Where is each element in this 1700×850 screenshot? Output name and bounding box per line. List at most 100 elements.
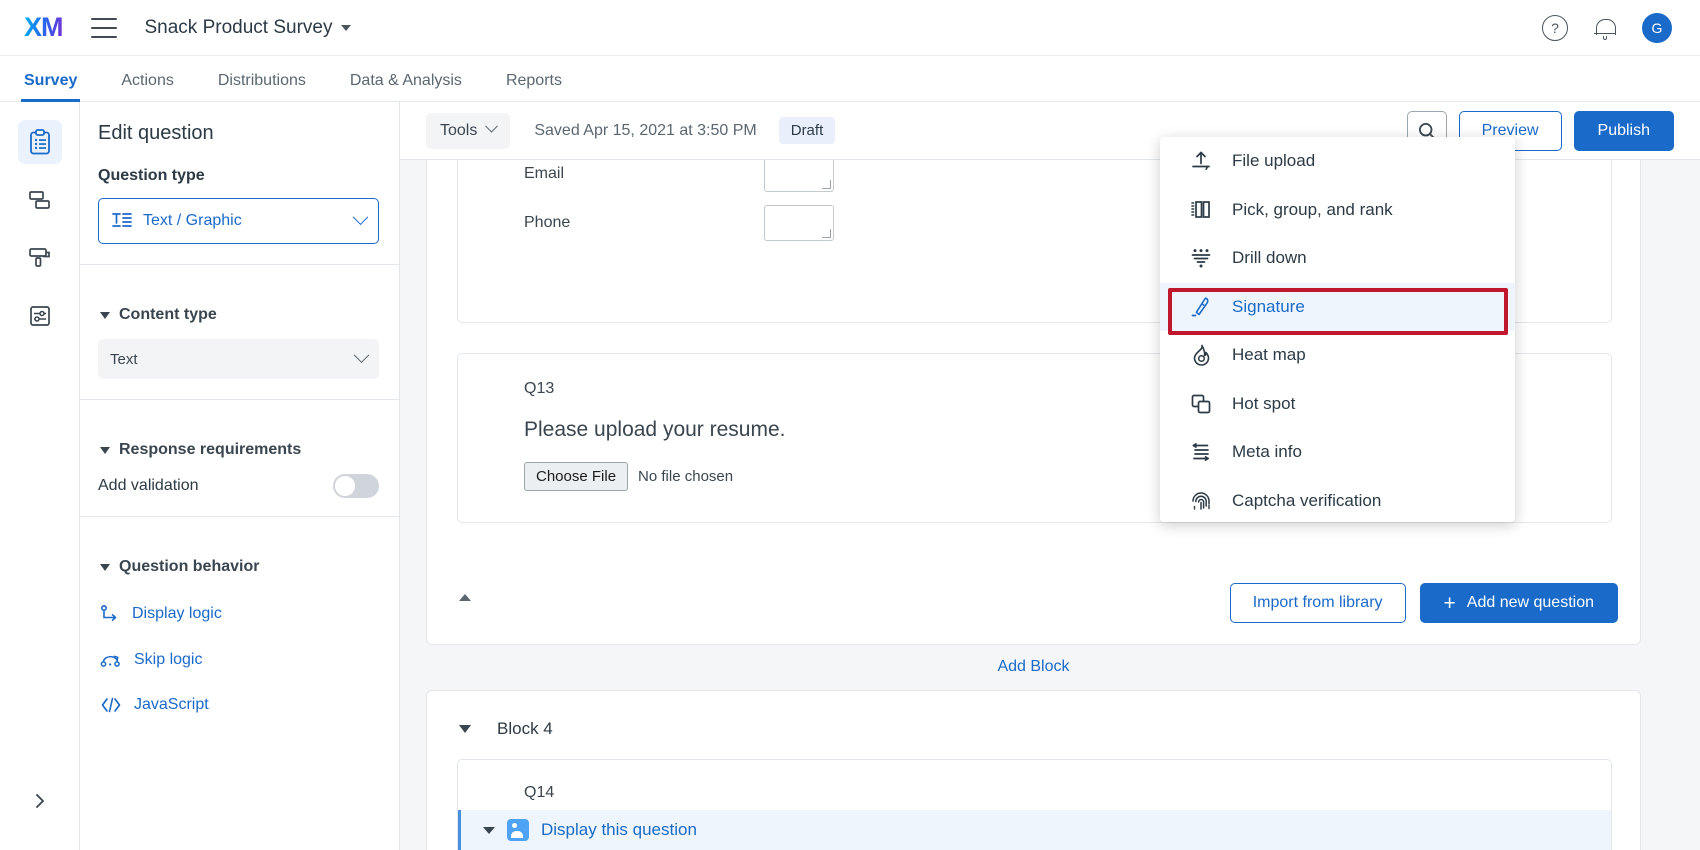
caret-down-icon — [100, 564, 110, 571]
add-validation-toggle[interactable] — [333, 474, 379, 498]
skip-logic-label: Skip logic — [134, 651, 202, 669]
notification-bell-icon[interactable] — [1594, 16, 1616, 40]
question-type-select[interactable]: Text / Graphic — [98, 198, 379, 244]
expand-rail-button[interactable] — [0, 788, 80, 814]
top-bar: XM Snack Product Survey ? G — [0, 0, 1700, 56]
import-from-library-button[interactable]: Import from library — [1230, 583, 1406, 623]
collapse-block-button[interactable] — [459, 594, 471, 601]
question-number: Q14 — [524, 784, 1611, 802]
tab-actions[interactable]: Actions — [121, 72, 173, 101]
display-logic-label: Display logic — [132, 605, 222, 623]
paint-roller-icon — [27, 245, 53, 271]
pick-group-rank-icon — [1188, 197, 1214, 223]
block-title: Block 4 — [497, 719, 553, 739]
drill-down-icon — [1188, 245, 1214, 271]
question-behavior-section: Question behavior Display logic — [80, 517, 399, 727]
question-type-label: Question type — [98, 167, 379, 185]
signature-pen-icon — [1188, 294, 1214, 320]
heat-map-icon — [1188, 342, 1214, 368]
publish-button[interactable]: Publish — [1574, 111, 1674, 151]
chevron-down-icon — [354, 347, 370, 363]
display-logic-icon — [100, 604, 120, 624]
rail-item-survey-flow[interactable] — [18, 178, 62, 222]
menu-item-label: Captcha verification — [1232, 491, 1381, 511]
javascript-label: JavaScript — [134, 696, 209, 714]
choose-file-button[interactable]: Choose File — [524, 462, 628, 491]
menu-item-label: Heat map — [1232, 345, 1306, 365]
menu-item-heat-map[interactable]: Heat map — [1160, 331, 1515, 380]
response-requirements-header[interactable]: Response requirements — [100, 441, 379, 459]
question-type-value: Text / Graphic — [143, 212, 242, 230]
qualtrics-survey-editor: XM Snack Product Survey ? G Survey Actio… — [0, 0, 1700, 850]
menu-item-label: Signature — [1232, 297, 1305, 317]
add-validation-label: Add validation — [98, 477, 199, 495]
menu-item-label: File upload — [1232, 151, 1315, 171]
main-nav-tabs: Survey Actions Distributions Data & Anal… — [0, 56, 1700, 102]
phone-field[interactable] — [764, 205, 834, 241]
content-type-header-label: Content type — [119, 306, 217, 324]
tab-reports[interactable]: Reports — [506, 72, 562, 101]
add-new-question-button[interactable]: + Add new question — [1420, 583, 1618, 623]
status-badge: Draft — [779, 117, 836, 144]
add-block-button[interactable]: Add Block — [997, 658, 1069, 676]
file-upload-icon — [1188, 148, 1214, 174]
content-type-select[interactable]: Text — [98, 339, 379, 379]
survey-title-dropdown[interactable]: Snack Product Survey — [145, 17, 352, 39]
text-graphic-icon — [111, 211, 133, 231]
fingerprint-icon — [1188, 488, 1214, 514]
caret-down-icon — [100, 312, 110, 319]
rail-item-look-and-feel[interactable] — [18, 236, 62, 280]
tools-button[interactable]: Tools — [426, 113, 510, 149]
code-brackets-icon — [100, 696, 122, 714]
chevron-down-icon — [485, 120, 498, 133]
left-icon-rail — [0, 102, 80, 850]
menu-item-meta-info[interactable]: Meta info — [1160, 428, 1515, 477]
caret-down-icon — [100, 447, 110, 454]
menu-item-label: Meta info — [1232, 442, 1302, 462]
block-header: Block 4 — [459, 719, 553, 739]
display-logic-banner[interactable]: Display this question — [458, 810, 1611, 850]
block-card: Block 4 Q14 Display this question — [426, 690, 1641, 850]
menu-item-drill-down[interactable]: Drill down — [1160, 234, 1515, 283]
xm-logo[interactable]: XM — [24, 12, 63, 43]
survey-flow-icon — [27, 188, 53, 212]
skip-logic-link[interactable]: Skip logic — [100, 637, 379, 683]
menu-item-file-upload[interactable]: File upload — [1160, 137, 1515, 186]
display-logic-badge-icon — [507, 819, 529, 841]
tools-label: Tools — [440, 122, 477, 140]
saved-status: Saved Apr 15, 2021 at 3:50 PM — [534, 122, 756, 140]
question-behavior-header[interactable]: Question behavior — [100, 558, 379, 576]
collapse-block-icon[interactable] — [459, 725, 471, 733]
rail-item-survey-options[interactable] — [18, 294, 62, 338]
content-type-header[interactable]: Content type — [100, 306, 379, 324]
question-behavior-label: Question behavior — [119, 558, 259, 576]
question-card-q14[interactable]: Q14 Display this question — [457, 759, 1612, 850]
skip-logic-icon — [100, 650, 122, 670]
email-field[interactable] — [764, 156, 834, 192]
chevron-right-icon — [32, 788, 48, 814]
tab-survey[interactable]: Survey — [24, 72, 77, 101]
hamburger-menu-icon[interactable] — [91, 18, 117, 38]
tab-data-analysis[interactable]: Data & Analysis — [350, 72, 462, 101]
display-logic-link[interactable]: Display logic — [100, 591, 379, 637]
top-bar-actions: ? G — [1542, 13, 1672, 43]
response-requirements-section: Response requirements Add validation — [80, 400, 399, 498]
response-requirements-label: Response requirements — [119, 441, 301, 459]
menu-item-captcha-verification[interactable]: Captcha verification — [1160, 477, 1515, 523]
q14-content: Q14 — [458, 760, 1611, 802]
menu-item-hot-spot[interactable]: Hot spot — [1160, 380, 1515, 429]
avatar[interactable]: G — [1642, 13, 1672, 43]
block-footer-buttons: Import from library + Add new question — [1230, 583, 1618, 623]
add-block-row: Add Block — [426, 658, 1641, 676]
question-type-dropdown-menu: File upload Pick, group, and rank — [1160, 137, 1515, 522]
menu-item-pick-group-rank[interactable]: Pick, group, and rank — [1160, 186, 1515, 235]
no-file-chosen-text: No file chosen — [638, 468, 733, 485]
javascript-link[interactable]: JavaScript — [100, 683, 379, 727]
display-logic-banner-label: Display this question — [541, 820, 697, 840]
tab-distributions[interactable]: Distributions — [218, 72, 306, 101]
menu-item-signature[interactable]: Signature — [1160, 283, 1515, 332]
help-icon[interactable]: ? — [1542, 15, 1568, 41]
rail-item-builder[interactable] — [18, 120, 62, 164]
clipboard-icon — [28, 129, 52, 155]
content-type-section: Content type Text — [80, 265, 399, 379]
